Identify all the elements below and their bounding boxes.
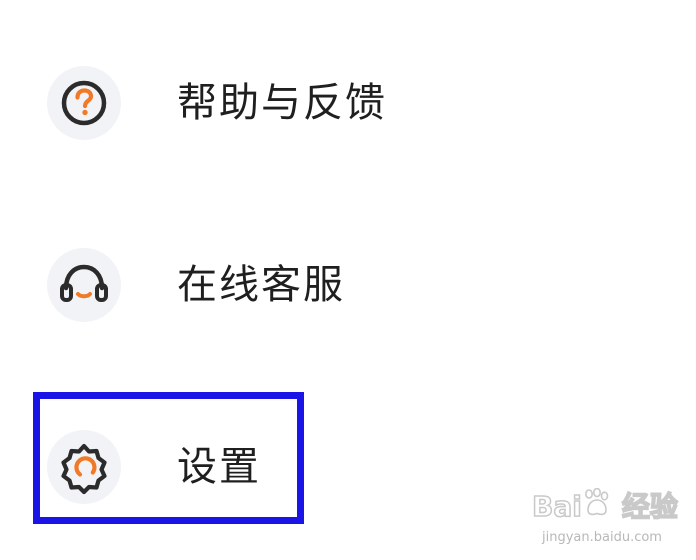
menu-item-label: 帮助与反馈 xyxy=(177,80,387,126)
help-question-icon xyxy=(47,66,121,140)
menu-item-online-service[interactable]: 在线客服 xyxy=(0,225,696,345)
watermark-url: jingyan.baidu.com xyxy=(542,530,662,545)
baidu-watermark: Bai 经验 jingyan.baidu.com xyxy=(531,488,682,554)
paw-icon xyxy=(584,488,609,516)
headset-icon xyxy=(47,248,121,322)
settings-menu-screen: 帮助与反馈 在线客服 设置 Bai 经验 jingyan.baidu.com xyxy=(0,0,696,560)
menu-item-help-feedback[interactable]: 帮助与反馈 xyxy=(0,43,696,163)
gear-icon xyxy=(47,430,121,504)
menu-item-label: 设置 xyxy=(177,444,261,490)
menu-item-label: 在线客服 xyxy=(177,262,345,308)
